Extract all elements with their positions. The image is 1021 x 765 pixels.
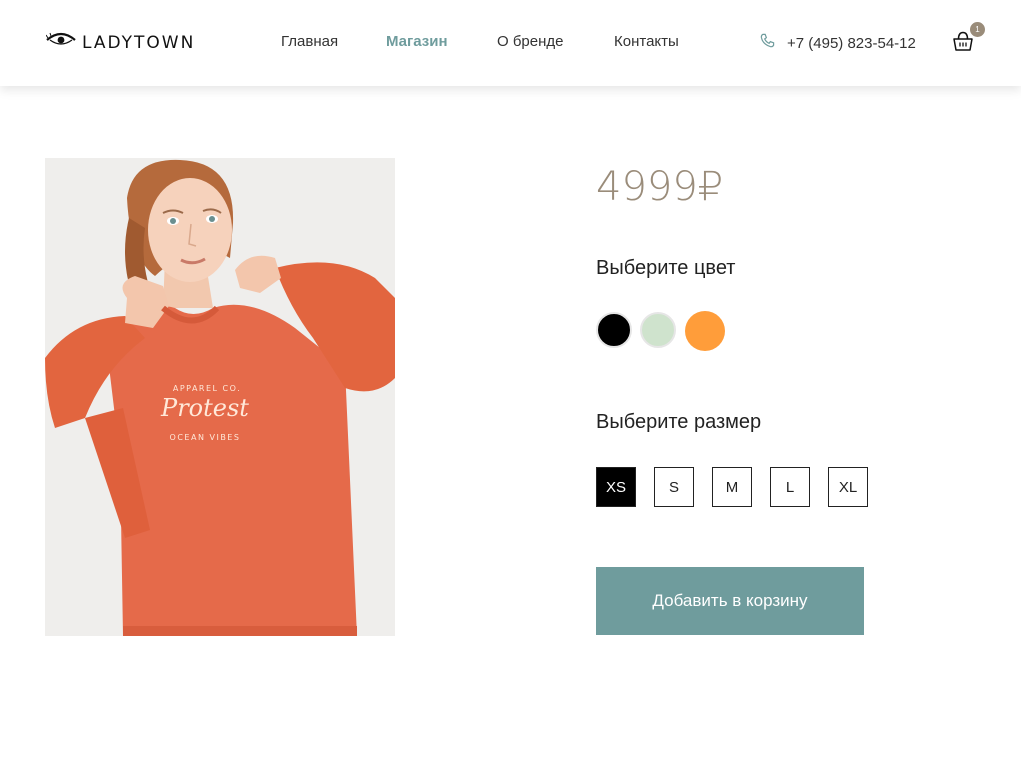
color-swatch-mint[interactable] (640, 312, 676, 348)
size-selector: XS S M L XL (596, 467, 868, 507)
add-to-cart-button[interactable]: Добавить в корзину (596, 567, 864, 635)
size-option-m[interactable]: M (712, 467, 752, 507)
size-option-l[interactable]: L (770, 467, 810, 507)
phone-number: +7 (495) 823-54-12 (787, 34, 916, 52)
cart-count-badge: 1 (970, 22, 985, 37)
color-swatches (596, 311, 725, 351)
size-option-xs[interactable]: XS (596, 467, 636, 507)
product-photo: APPAREL CO. Protest OCEAN VIBES (45, 158, 395, 636)
print-line-1: APPAREL CO. (173, 384, 241, 393)
color-label: Выберите цвет (596, 257, 736, 279)
color-swatch-black[interactable] (596, 312, 632, 348)
site-header: LADYTOWN Главная Магазин О бренде Контак… (0, 0, 1021, 86)
phone-icon (760, 33, 775, 53)
nav-contacts[interactable]: Контакты (614, 33, 679, 50)
phone-link[interactable]: +7 (495) 823-54-12 (760, 33, 916, 53)
nav-about-brand[interactable]: О бренде (497, 33, 564, 50)
product-photo-illustration: APPAREL CO. Protest OCEAN VIBES (45, 158, 395, 636)
nav-home[interactable]: Главная (281, 33, 338, 50)
nav-shop[interactable]: Магазин (386, 33, 448, 50)
color-swatch-orange[interactable] (685, 311, 725, 351)
cart-button[interactable]: 1 (952, 22, 985, 56)
basket-icon (952, 31, 974, 56)
print-line-2: Protest (160, 394, 249, 422)
product-price: 4999₽ (596, 164, 724, 210)
print-line-3: OCEAN VIBES (170, 433, 241, 442)
size-option-s[interactable]: S (654, 467, 694, 507)
size-option-xl[interactable]: XL (828, 467, 868, 507)
size-label: Выберите размер (596, 411, 762, 433)
